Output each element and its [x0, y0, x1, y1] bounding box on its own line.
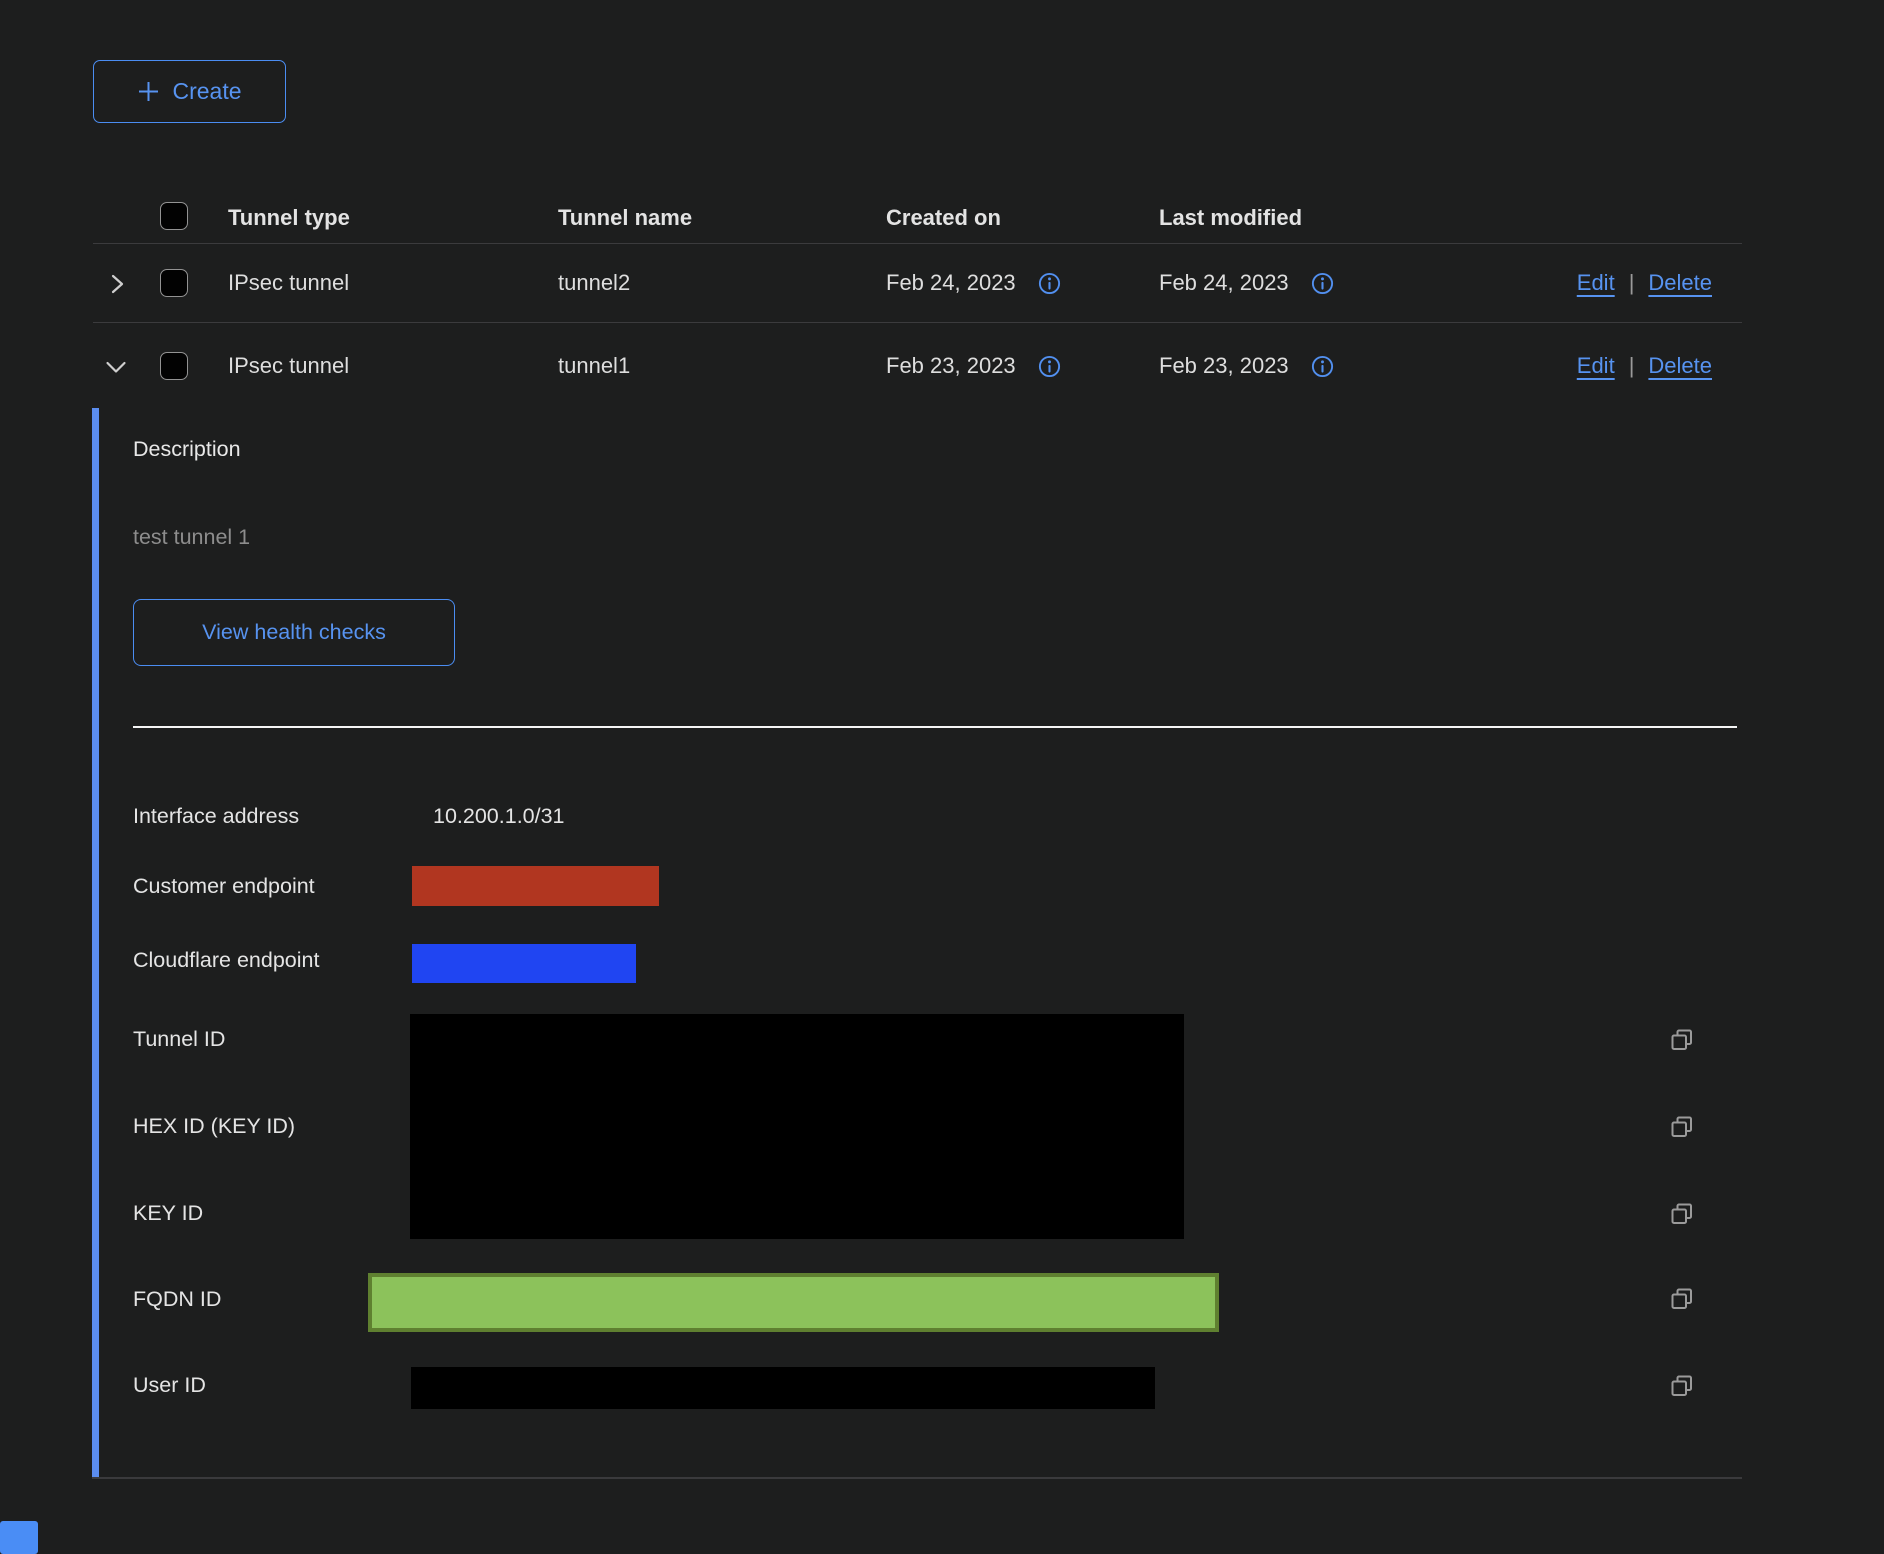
view-health-checks-button[interactable]: View health checks: [133, 599, 455, 666]
select-all-checkbox[interactable]: [160, 202, 188, 230]
tunnels-page: Create Tunnel type Tunnel name Created o…: [0, 0, 1884, 1554]
tunnel-name-cell: tunnel2: [558, 267, 630, 299]
column-header-last-modified: Last modified: [1159, 202, 1302, 234]
hex-id-label: HEX ID (KEY ID): [133, 1111, 295, 1141]
user-id-label: User ID: [133, 1370, 206, 1400]
id-group-redacted-values: [410, 1014, 1184, 1239]
action-separator: |: [1629, 270, 1635, 296]
delete-link[interactable]: Delete: [1648, 353, 1712, 379]
action-separator: |: [1629, 353, 1635, 379]
create-button-label: Create: [172, 78, 241, 105]
row-checkbox[interactable]: [160, 269, 188, 297]
description-value: test tunnel 1: [133, 522, 250, 552]
tunnel-name-cell: tunnel1: [558, 350, 630, 382]
corner-blue-indicator: [0, 1521, 38, 1554]
header-divider: [93, 243, 1742, 244]
interface-address-label: Interface address: [133, 801, 299, 831]
copy-icon[interactable]: [1668, 1285, 1696, 1313]
table-bottom-divider: [92, 1477, 1742, 1479]
column-header-created-on: Created on: [886, 202, 1001, 234]
create-button[interactable]: Create: [93, 60, 286, 123]
cloudflare-endpoint-label: Cloudflare endpoint: [133, 945, 319, 975]
key-id-label: KEY ID: [133, 1198, 203, 1228]
delete-link[interactable]: Delete: [1648, 270, 1712, 296]
tunnel-id-label: Tunnel ID: [133, 1024, 225, 1054]
row-divider: [93, 322, 1742, 323]
fqdn-id-redacted-value: [368, 1273, 1219, 1332]
tunnel-type-cell: IPsec tunnel: [228, 350, 349, 382]
section-divider: [133, 726, 1737, 728]
column-header-tunnel-name: Tunnel name: [558, 202, 692, 234]
description-label: Description: [133, 434, 241, 464]
copy-icon[interactable]: [1668, 1200, 1696, 1228]
row-checkbox[interactable]: [160, 352, 188, 380]
info-icon[interactable]: [1311, 272, 1334, 295]
copy-icon[interactable]: [1668, 1372, 1696, 1400]
cloudflare-endpoint-redacted-value: [412, 944, 636, 983]
customer-endpoint-redacted-value: [412, 866, 659, 906]
edit-link[interactable]: Edit: [1577, 353, 1615, 379]
edit-link[interactable]: Edit: [1577, 270, 1615, 296]
last-modified-cell: Feb 24, 2023: [1159, 270, 1289, 296]
collapse-chevron-down-icon[interactable]: [103, 354, 129, 380]
created-on-cell: Feb 24, 2023: [886, 270, 1016, 296]
created-on-cell: Feb 23, 2023: [886, 353, 1016, 379]
customer-endpoint-label: Customer endpoint: [133, 871, 315, 901]
plus-icon: [137, 80, 160, 103]
user-id-redacted-value: [411, 1367, 1155, 1409]
expansion-accent-bar: [92, 408, 99, 1478]
last-modified-cell: Feb 23, 2023: [1159, 353, 1289, 379]
info-icon[interactable]: [1038, 272, 1061, 295]
column-header-tunnel-type: Tunnel type: [228, 202, 350, 234]
tunnel-type-cell: IPsec tunnel: [228, 267, 349, 299]
copy-icon[interactable]: [1668, 1026, 1696, 1054]
info-icon[interactable]: [1311, 355, 1334, 378]
interface-address-value: 10.200.1.0/31: [433, 801, 565, 831]
fqdn-id-label: FQDN ID: [133, 1284, 221, 1314]
copy-icon[interactable]: [1668, 1113, 1696, 1141]
expand-chevron-right-icon[interactable]: [104, 271, 130, 297]
info-icon[interactable]: [1038, 355, 1061, 378]
